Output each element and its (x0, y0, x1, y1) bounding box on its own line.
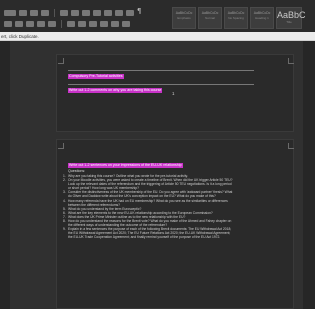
align-right-icon[interactable] (89, 21, 97, 27)
shrink-font-icon[interactable] (41, 10, 49, 16)
highlighted-instruction: Write out 1-2 comments on why you are ta… (68, 88, 163, 93)
style-normal[interactable]: AaBbCcDc Normal (198, 7, 222, 29)
style-name: Title (286, 20, 292, 24)
questions-list: 1. Why are you taking this course? Outlin… (63, 174, 295, 240)
grow-font-icon[interactable] (30, 10, 38, 16)
notification-text: ert, click Duplicate. (1, 34, 39, 39)
crop-mark (288, 58, 294, 64)
ribbon-separator (54, 9, 55, 17)
font-name-dropdown[interactable] (4, 10, 16, 16)
style-no-spacing[interactable]: AaBbCcDc No Spacing (224, 7, 248, 29)
style-preview: AaBbC (277, 10, 306, 20)
multilevel-list-icon[interactable] (82, 10, 90, 16)
style-preview: AaBbCcDc (175, 11, 193, 15)
crop-mark (288, 143, 294, 149)
highlighted-heading: Write out 1-2 sentences on your impressi… (68, 163, 183, 168)
notification-bar: ert, click Duplicate. (0, 32, 315, 41)
crop-mark (58, 143, 64, 149)
ribbon-format-row (4, 20, 130, 28)
heading-underline (68, 70, 254, 71)
align-center-icon[interactable] (78, 21, 86, 27)
line-spacing-icon[interactable] (126, 10, 134, 16)
ribbon-toolbar: ¶ AaBbCcDc Emphasis AaBbCcDc Normal AaBb… (0, 0, 315, 32)
page-number: 1 (172, 91, 175, 96)
style-name: Emphasis (177, 15, 191, 20)
numbering-icon[interactable] (71, 10, 79, 16)
style-title[interactable]: AaBbC Title (276, 7, 306, 29)
bullets-icon[interactable] (60, 10, 68, 16)
font-size-dropdown[interactable] (19, 10, 27, 16)
sort-icon[interactable] (115, 10, 123, 16)
decrease-indent-icon[interactable] (93, 10, 101, 16)
style-heading-1[interactable]: AaBbCcDc Heading 1 (250, 7, 274, 29)
styles-gallery: AaBbCcDc Emphasis AaBbCcDc Normal AaBbCc… (172, 7, 306, 29)
style-preview: AaBbCcDc (227, 11, 245, 15)
crop-mark (58, 58, 64, 64)
left-margin-strip (0, 41, 10, 309)
instruction-underline (68, 84, 254, 85)
questions-label: Questions: (68, 169, 86, 173)
style-preview: AaBbCcDc (201, 11, 219, 15)
vertical-scrollbar[interactable] (303, 41, 315, 309)
underline-icon[interactable] (26, 21, 34, 27)
style-emphasis[interactable]: AaBbCcDc Emphasis (172, 7, 196, 29)
borders-icon[interactable] (122, 21, 130, 27)
style-preview: AaBbCcDc (253, 11, 271, 15)
increase-indent-icon[interactable] (104, 10, 112, 16)
page2-heading: Write out 1-2 sentences on your impressi… (68, 153, 183, 171)
font-color-icon[interactable] (48, 21, 56, 27)
ribbon-font-row (4, 9, 134, 17)
question-line: the EU-UK Trade Cooperation Agreement; a… (63, 235, 295, 239)
style-name: Heading 1 (255, 15, 269, 20)
style-name: Normal (205, 15, 215, 20)
ribbon-separator (61, 20, 62, 28)
style-name: No Spacing (228, 15, 244, 20)
shading-icon[interactable] (111, 21, 119, 27)
italic-icon[interactable] (15, 21, 23, 27)
align-left-icon[interactable] (67, 21, 75, 27)
bold-icon[interactable] (4, 21, 12, 27)
justify-icon[interactable] (100, 21, 108, 27)
show-formatting-marks-icon[interactable]: ¶ (137, 7, 141, 15)
highlight-color-icon[interactable] (37, 21, 45, 27)
question-text: the EU-UK Trade Cooperation Agreement; a… (68, 235, 221, 240)
page1-instruction: Write out 1-2 comments on why you are ta… (68, 78, 163, 96)
